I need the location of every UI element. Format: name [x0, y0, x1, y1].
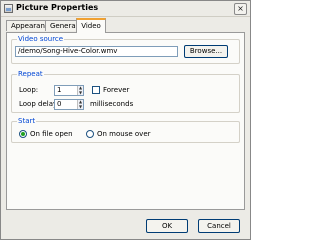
tab-video[interactable]: Video — [76, 18, 106, 33]
loop-delay-spinner[interactable]: ▲ ▼ — [77, 100, 83, 109]
spin-down-icon[interactable]: ▼ — [78, 104, 83, 109]
browse-button[interactable]: Browse... — [184, 45, 228, 58]
tab-general[interactable]: General — [45, 20, 78, 31]
loop-label: Loop: — [19, 86, 39, 94]
repeat-label: Repeat — [17, 70, 44, 78]
loop-count-field[interactable]: 1 ▲ ▼ — [54, 85, 84, 96]
loop-count-value: 1 — [57, 86, 62, 94]
forever-checkbox[interactable] — [92, 86, 100, 94]
tab-appearance[interactable]: Appearance — [6, 20, 53, 31]
video-source-group: Video source /demo/Song-Hive-Color.wmv B… — [11, 35, 240, 64]
on-file-open-label: On file open — [30, 130, 73, 138]
video-source-path-field[interactable]: /demo/Song-Hive-Color.wmv — [15, 46, 178, 57]
ok-button[interactable]: OK — [146, 219, 188, 233]
start-group: Start On file open On mouse over — [11, 117, 240, 143]
video-tab-panel: Video source /demo/Song-Hive-Color.wmv B… — [6, 32, 245, 210]
picture-properties-dialog: Picture Properties × Appearance General … — [0, 0, 251, 240]
loop-delay-label: Loop delay: — [19, 100, 59, 108]
spin-down-icon[interactable]: ▼ — [78, 90, 83, 95]
milliseconds-label: milliseconds — [90, 100, 134, 108]
on-mouse-over-label: On mouse over — [97, 130, 151, 138]
close-icon[interactable]: × — [234, 3, 247, 15]
window-title: Picture Properties — [16, 3, 99, 12]
title-bar: Picture Properties × — [1, 1, 250, 17]
loop-delay-field[interactable]: 0 ▲ ▼ — [54, 99, 84, 110]
video-source-label: Video source — [17, 35, 65, 43]
loop-delay-value: 0 — [57, 100, 62, 108]
loop-count-spinner[interactable]: ▲ ▼ — [77, 86, 83, 95]
picture-icon — [4, 4, 13, 13]
on-file-open-radio[interactable] — [19, 130, 27, 138]
cancel-button[interactable]: Cancel — [198, 219, 240, 233]
repeat-group: Repeat Loop: 1 ▲ ▼ Forever Loop delay: 0… — [11, 70, 240, 113]
forever-label: Forever — [103, 86, 130, 94]
start-label: Start — [17, 117, 37, 125]
on-mouse-over-radio[interactable] — [86, 130, 94, 138]
